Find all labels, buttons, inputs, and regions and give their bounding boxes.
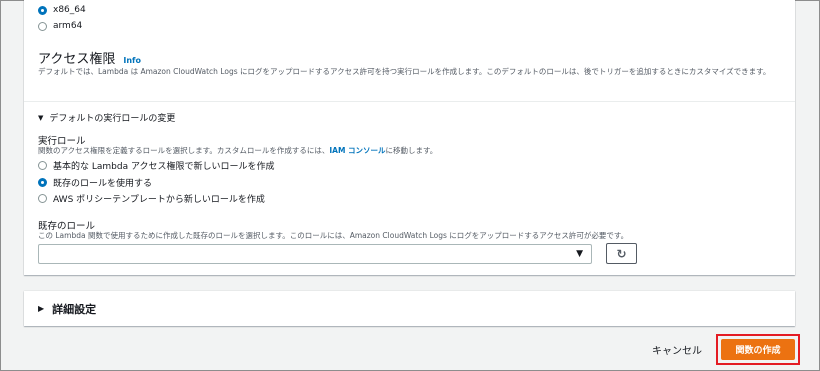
refresh-icon: ↻ xyxy=(616,246,627,261)
execution-role-desc-suffix: に移動します。 xyxy=(385,146,438,155)
radio-checked-icon[interactable] xyxy=(38,5,47,15)
create-function-button[interactable]: 関数の作成 xyxy=(721,339,795,360)
iam-console-link[interactable]: IAM コンソール xyxy=(329,146,385,155)
radio-unchecked-icon[interactable] xyxy=(38,194,47,203)
advanced-settings-label: 詳細設定 xyxy=(52,302,97,316)
role-option-policy-template[interactable]: AWS ポリシーテンプレートから新しいロールを作成 xyxy=(38,192,265,205)
role-option-label: 基本的な Lambda アクセス権限で新しいロールを作成 xyxy=(53,162,275,172)
refresh-button[interactable]: ↻ xyxy=(606,243,637,264)
basic-settings-panel: x86_64 arm64 アクセス権限 Info デフォルトでは、Lambda … xyxy=(24,0,795,275)
arch-option-label: arm64 xyxy=(53,21,83,31)
arch-option-label: x86_64 xyxy=(53,5,86,15)
permissions-title: アクセス権限 xyxy=(38,52,116,67)
permissions-heading: アクセス権限 Info xyxy=(38,48,141,67)
change-default-role-expander[interactable]: ▼ デフォルトの実行ロールの変更 xyxy=(38,111,176,125)
radio-checked-icon[interactable] xyxy=(38,178,47,187)
create-button-highlight: 関数の作成 xyxy=(716,334,800,365)
existing-role-select[interactable]: ▼ xyxy=(38,244,592,264)
execution-role-desc-prefix: 関数のアクセス権限を定義するロールを選択します。カスタムロールを作成するには、 xyxy=(38,146,330,155)
expander-label: デフォルトの実行ロールの変更 xyxy=(49,114,176,124)
caret-down-icon: ▼ xyxy=(38,113,44,122)
create-function-label: 関数の作成 xyxy=(735,346,781,356)
radio-unchecked-icon[interactable] xyxy=(38,21,47,31)
role-option-label: AWS ポリシーテンプレートから新しいロールを作成 xyxy=(53,195,265,205)
arch-option-arm64[interactable]: arm64 xyxy=(38,21,82,31)
cancel-button[interactable]: キャンセル xyxy=(652,342,702,357)
radio-unchecked-icon[interactable] xyxy=(38,161,47,170)
permissions-info-link[interactable]: Info xyxy=(123,56,141,65)
arch-option-x86[interactable]: x86_64 xyxy=(38,5,86,15)
existing-role-description: この Lambda 関数で使用するために作成した既存のロールを選択します。このロ… xyxy=(38,231,629,240)
role-option-create-basic[interactable]: 基本的な Lambda アクセス権限で新しいロールを作成 xyxy=(38,159,275,172)
divider xyxy=(24,101,795,102)
execution-role-description: 関数のアクセス権限を定義するロールを選択します。カスタムロールを作成するには、I… xyxy=(38,145,778,157)
permissions-description: デフォルトでは、Lambda は Amazon CloudWatch Logs … xyxy=(38,67,771,76)
caret-right-icon: ▶ xyxy=(38,304,45,313)
caret-down-icon: ▼ xyxy=(576,249,583,259)
advanced-settings-expander[interactable]: ▶ 詳細設定 xyxy=(24,291,795,326)
role-option-label: 既存のロールを使用する xyxy=(53,179,153,189)
role-option-use-existing[interactable]: 既存のロールを使用する xyxy=(38,176,152,189)
